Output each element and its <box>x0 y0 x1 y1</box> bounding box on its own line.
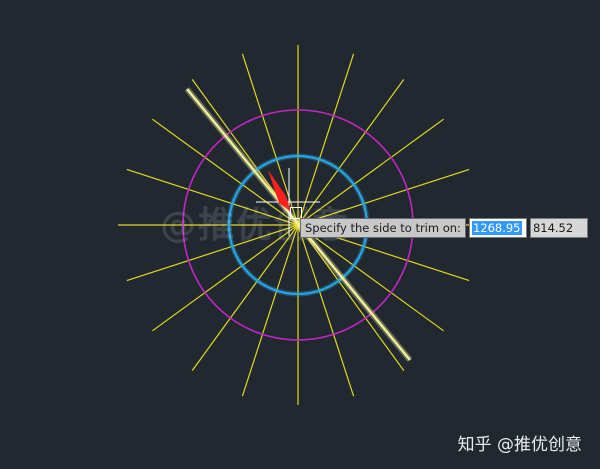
radial-line[interactable] <box>297 168 470 226</box>
radial-line[interactable] <box>126 224 299 282</box>
x-coordinate-value: 1268.95 <box>471 221 522 235</box>
radial-line[interactable] <box>297 53 355 226</box>
radial-line[interactable] <box>241 224 299 397</box>
radial-line[interactable] <box>297 224 355 397</box>
radial-line[interactable] <box>241 53 299 226</box>
dynamic-input-tooltip: Specify the side to trim on: 1268.95 814… <box>300 218 588 238</box>
command-prompt: Specify the side to trim on: <box>300 218 466 238</box>
brand-watermark: 知乎 @推优创意 <box>457 435 582 455</box>
y-coordinate-input[interactable]: 814.52 <box>529 218 588 238</box>
drawing-canvas[interactable]: @推优创意 Specify the side to trim on: 1268.… <box>0 0 600 469</box>
x-coordinate-input[interactable]: 1268.95 <box>468 218 527 238</box>
